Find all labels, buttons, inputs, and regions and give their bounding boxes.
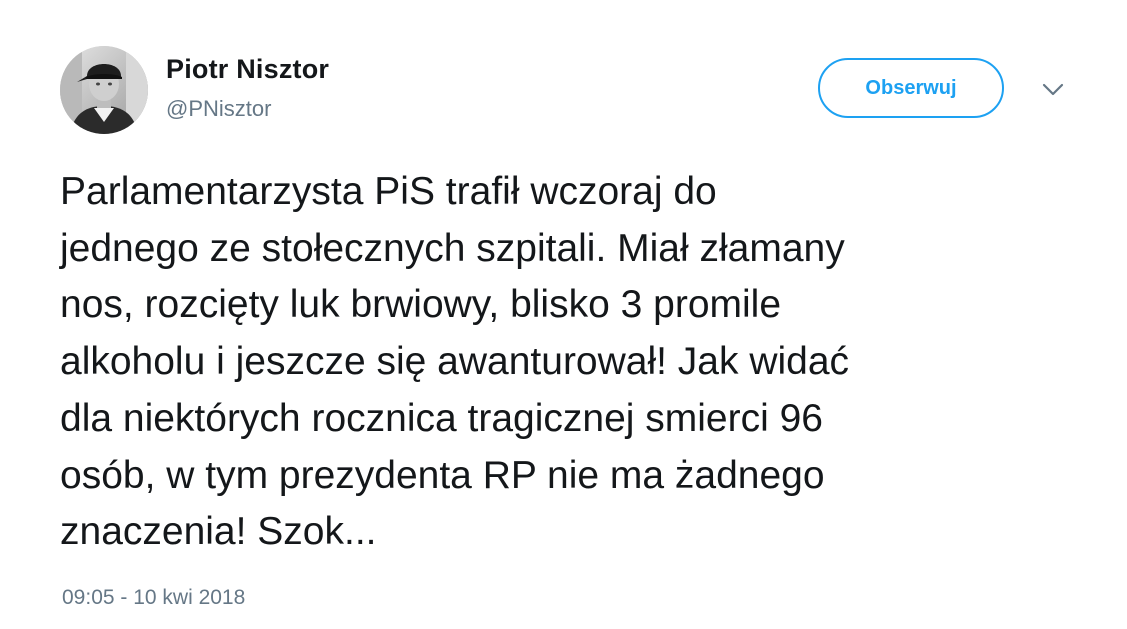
- tweet-timestamp[interactable]: 09:05 - 10 kwi 2018: [62, 586, 245, 610]
- tweet-text: Parlamentarzysta PiS trafił wczoraj do j…: [60, 164, 1100, 561]
- avatar[interactable]: [60, 46, 148, 134]
- avatar-image: [60, 46, 148, 134]
- follow-button[interactable]: Obserwuj: [818, 58, 1004, 118]
- chevron-down-icon: [1042, 83, 1064, 96]
- author-handle[interactable]: @PNisztor: [166, 96, 271, 122]
- author-name[interactable]: Piotr Nisztor: [166, 54, 329, 85]
- tweet-text-line: znaczenia! Szok...: [60, 510, 377, 554]
- tweet-text-line: alkoholu i jeszcze się awanturował! Jak …: [60, 340, 850, 384]
- tweet-card: Piotr Nisztor @PNisztor Obserwuj Parlame…: [0, 0, 1127, 629]
- tweet-text-line: dla niektórych rocznica tragicznej smier…: [60, 396, 823, 440]
- tweet-text-line: jednego ze stołecznych szpitali. Miał zł…: [60, 226, 845, 270]
- tweet-text-line: Parlamentarzysta PiS trafił wczoraj do: [60, 170, 717, 213]
- tweet-text-line: osób, w tym prezydenta RP nie ma żadnego: [60, 453, 825, 497]
- more-menu-button[interactable]: [1036, 76, 1070, 104]
- tweet-text-line: nos, rozcięty luk brwiowy, blisko 3 prom…: [60, 283, 782, 327]
